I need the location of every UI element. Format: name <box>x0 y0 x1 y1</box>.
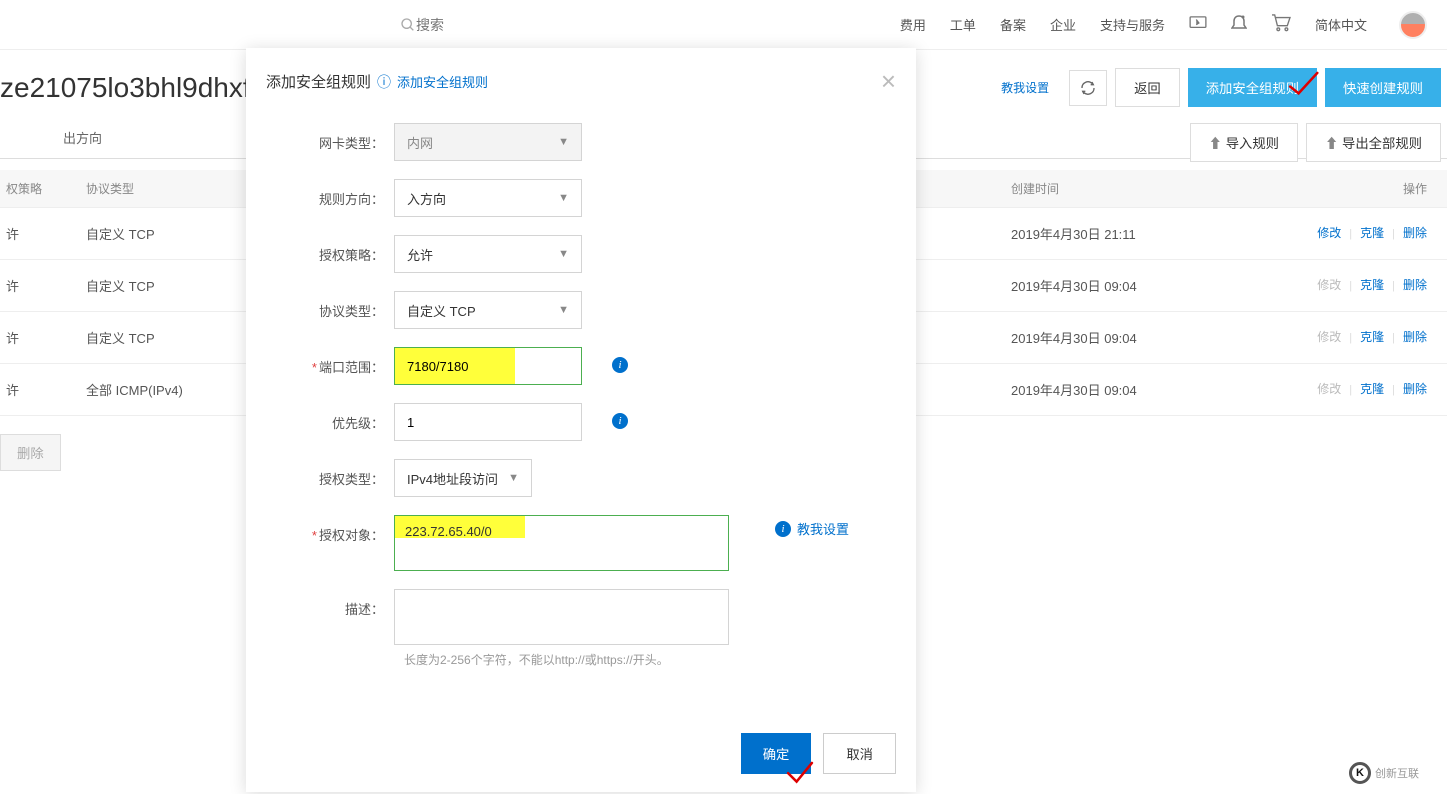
avatar[interactable] <box>1399 11 1427 39</box>
textarea-desc[interactable] <box>394 589 729 645</box>
input-port[interactable] <box>394 347 582 385</box>
search-input[interactable] <box>416 17 616 33</box>
chevron-down-icon: ▼ <box>508 472 519 484</box>
chevron-down-icon: ▼ <box>558 304 569 316</box>
modal-overlay: 添加安全组规则 ⓘ 添加安全组规则 × 网卡类型： 内网 ▼ 规则方向： 入方向 ▼… <box>0 48 1447 794</box>
modal-body: 网卡类型： 内网 ▼ 规则方向： 入方向 ▼ 授权策略： 允许 ▼ 协议类型： 自定义… <box>246 113 916 719</box>
label-priority: 优先级： <box>266 403 394 432</box>
nic-type-value: 内网 <box>407 133 433 152</box>
brand-icon: K <box>1349 762 1371 784</box>
chevron-down-icon: ▼ <box>558 136 569 148</box>
label-auth-obj: *授权对象： <box>266 515 394 544</box>
textarea-auth-obj[interactable]: 223.72.65.40/0 <box>394 515 729 571</box>
protocol-value: 自定义 TCP <box>407 301 476 320</box>
info-icon[interactable]: i <box>775 521 791 537</box>
label-protocol: 协议类型： <box>266 291 394 320</box>
branding-logo: K 创新互联 <box>1349 760 1439 786</box>
label-policy: 授权策略： <box>266 235 394 264</box>
modal-header: 添加安全组规则 ⓘ 添加安全组规则 × <box>246 48 916 113</box>
row-priority: 优先级： i <box>266 403 896 441</box>
bell-icon[interactable] <box>1231 14 1247 35</box>
policy-value: 允许 <box>407 245 433 264</box>
close-icon[interactable]: × <box>881 66 896 97</box>
ok-label: 确定 <box>763 747 790 762</box>
direction-value: 入方向 <box>407 189 446 208</box>
info-icon[interactable]: i <box>612 413 628 429</box>
row-desc: 描述： <box>266 589 896 645</box>
label-direction: 规则方向： <box>266 179 394 208</box>
help-icon[interactable]: ⓘ <box>377 72 391 92</box>
row-direction: 规则方向： 入方向 ▼ <box>266 179 896 217</box>
nav-ticket[interactable]: 工单 <box>950 15 976 34</box>
auth-type-value: IPv4地址段访问 <box>407 469 498 488</box>
row-port: *端口范围： i <box>266 347 896 385</box>
select-protocol[interactable]: 自定义 TCP ▼ <box>394 291 582 329</box>
modal-add-rule: 添加安全组规则 ⓘ 添加安全组规则 × 网卡类型： 内网 ▼ 规则方向： 入方向 ▼… <box>246 48 916 792</box>
nav-links: 费用 工单 备案 企业 支持与服务 简体中文 <box>900 11 1427 39</box>
nav-icp[interactable]: 备案 <box>1000 15 1026 34</box>
nav-enterprise[interactable]: 企业 <box>1050 15 1076 34</box>
row-auth-obj: *授权对象： 223.72.65.40/0 i 教我设置 <box>266 515 896 571</box>
brand-text: 创新互联 <box>1375 765 1419 781</box>
priority-field[interactable] <box>407 404 569 440</box>
select-policy[interactable]: 允许 ▼ <box>394 235 582 273</box>
nav-support[interactable]: 支持与服务 <box>1100 15 1165 34</box>
ok-button[interactable]: 确定 <box>741 733 812 774</box>
row-protocol: 协议类型： 自定义 TCP ▼ <box>266 291 896 329</box>
search-icon <box>400 17 416 33</box>
red-annotation-icon <box>783 760 817 788</box>
select-direction[interactable]: 入方向 ▼ <box>394 179 582 217</box>
topbar: 费用 工单 备案 企业 支持与服务 简体中文 <box>0 0 1447 50</box>
label-auth-type: 授权类型： <box>266 459 394 488</box>
label-port: *端口范围： <box>266 347 394 376</box>
info-icon[interactable]: i <box>612 357 628 373</box>
cancel-button[interactable]: 取消 <box>823 733 896 774</box>
modal-footer: 确定 取消 <box>246 719 916 792</box>
chevron-down-icon: ▼ <box>558 248 569 260</box>
auth-obj-value: 223.72.65.40/0 <box>405 524 492 539</box>
select-auth-type[interactable]: IPv4地址段访问 ▼ <box>394 459 532 497</box>
monitor-icon[interactable] <box>1189 16 1207 33</box>
search-box <box>400 17 900 33</box>
language-switch[interactable]: 简体中文 <box>1315 15 1367 34</box>
nav-fee[interactable]: 费用 <box>900 15 926 34</box>
chevron-down-icon: ▼ <box>558 192 569 204</box>
input-priority[interactable] <box>394 403 582 441</box>
label-nic-type: 网卡类型： <box>266 123 394 152</box>
port-field[interactable] <box>395 348 581 384</box>
label-desc: 描述： <box>266 589 394 618</box>
modal-subtitle[interactable]: 添加安全组规则 <box>397 72 488 91</box>
select-nic-type: 内网 ▼ <box>394 123 582 161</box>
teach-me-link-modal[interactable]: 教我设置 <box>797 519 849 538</box>
desc-hint: 长度为2-256个字符，不能以http://或https://开头。 <box>404 651 896 668</box>
modal-title: 添加安全组规则 ⓘ 添加安全组规则 <box>266 71 488 92</box>
row-auth-type: 授权类型： IPv4地址段访问 ▼ <box>266 459 896 497</box>
row-nic-type: 网卡类型： 内网 ▼ <box>266 123 896 161</box>
row-policy: 授权策略： 允许 ▼ <box>266 235 896 273</box>
cart-icon[interactable] <box>1271 14 1291 35</box>
modal-title-text: 添加安全组规则 <box>266 71 371 92</box>
